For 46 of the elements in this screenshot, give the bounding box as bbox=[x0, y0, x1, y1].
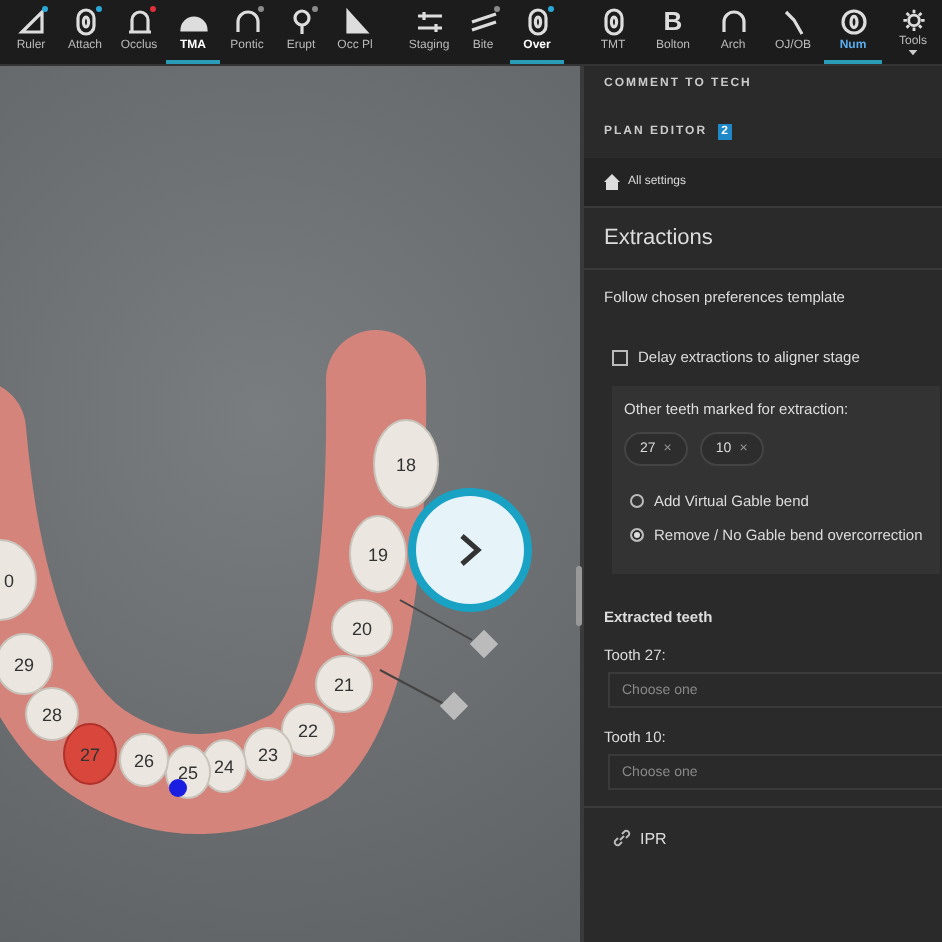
panel-title: Extractions bbox=[584, 208, 942, 270]
tooth-number: 26 bbox=[134, 751, 154, 771]
resize-handle[interactable] bbox=[576, 566, 582, 626]
tooth-number: 20 bbox=[352, 619, 372, 639]
tooth-number: 28 bbox=[42, 705, 62, 725]
triangle-icon bbox=[17, 8, 45, 36]
tooth-number: 25 bbox=[178, 763, 198, 783]
chevron-right-icon bbox=[456, 532, 484, 568]
arch-icon bbox=[233, 8, 261, 36]
tooth-number: 21 bbox=[334, 675, 354, 695]
slashes-icon bbox=[469, 8, 497, 36]
wedge-icon bbox=[341, 8, 369, 36]
caret-icon bbox=[908, 50, 918, 56]
ring-icon bbox=[523, 8, 551, 36]
leader-line bbox=[399, 599, 473, 641]
ring-icon bbox=[71, 8, 99, 36]
leader-line bbox=[379, 669, 445, 705]
sliders-icon bbox=[415, 8, 443, 36]
radio-button[interactable] bbox=[630, 528, 644, 542]
home-icon bbox=[604, 174, 620, 190]
circle-icon bbox=[839, 8, 867, 36]
tooth[interactable] bbox=[373, 419, 439, 509]
tooth[interactable] bbox=[63, 723, 117, 785]
radio-button[interactable] bbox=[630, 494, 644, 508]
tooth[interactable] bbox=[0, 633, 53, 695]
tooth-number: 27 bbox=[80, 745, 100, 765]
checkbox[interactable] bbox=[612, 349, 628, 365]
tooth-number: 19 bbox=[368, 545, 388, 565]
ring-icon bbox=[599, 8, 627, 36]
tooth-number: 0 bbox=[4, 571, 15, 591]
arch-icon bbox=[719, 8, 747, 36]
letter-icon: B bbox=[663, 8, 683, 36]
link-icon bbox=[612, 828, 632, 848]
tooth-number: 23 bbox=[258, 745, 278, 765]
tooth[interactable] bbox=[281, 703, 335, 757]
tooth-number: 18 bbox=[396, 455, 416, 475]
marker-dot bbox=[169, 779, 187, 797]
settings-icon bbox=[899, 8, 927, 33]
tooth-number: 22 bbox=[298, 721, 318, 741]
tooth[interactable] bbox=[119, 733, 169, 787]
next-button[interactable] bbox=[408, 488, 532, 612]
tooth[interactable] bbox=[25, 687, 79, 741]
tooth-number: 29 bbox=[14, 655, 34, 675]
ipr-link[interactable]: IPR bbox=[640, 829, 667, 847]
tooth[interactable] bbox=[243, 727, 293, 781]
tooth-number: 24 bbox=[214, 757, 234, 777]
